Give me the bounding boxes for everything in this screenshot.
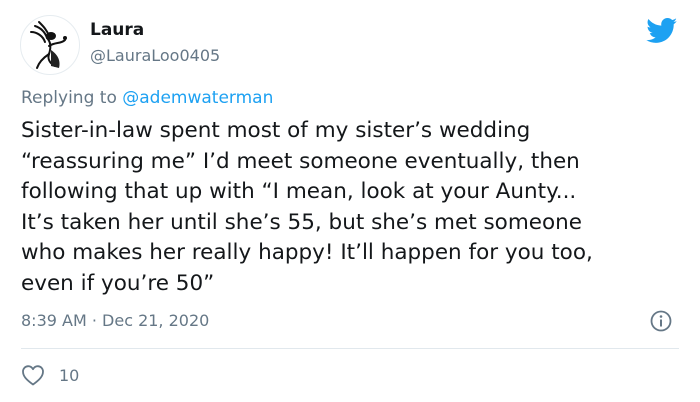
reply-context: Replying to @ademwaterman [21,88,273,108]
tweet-text: Sister-in-law spent most of my sister’s … [21,118,593,296]
twitter-bird-icon[interactable] [646,18,678,44]
reply-prefix: Replying to [21,88,117,108]
reply-mention-link[interactable]: @ademwaterman [122,88,273,108]
divider [21,348,679,349]
avatar[interactable] [20,15,80,75]
like-action[interactable]: 10 [21,364,79,386]
tweet-timestamp[interactable]: 8:39 AM · Dec 21, 2020 [21,311,209,330]
heart-icon[interactable] [21,364,45,386]
display-name[interactable]: Laura [90,20,144,40]
like-count: 10 [59,365,80,385]
info-icon[interactable] [650,310,672,332]
ink-figure-avatar-icon [30,21,67,69]
user-handle[interactable]: @LauraLoo0405 [90,46,220,65]
